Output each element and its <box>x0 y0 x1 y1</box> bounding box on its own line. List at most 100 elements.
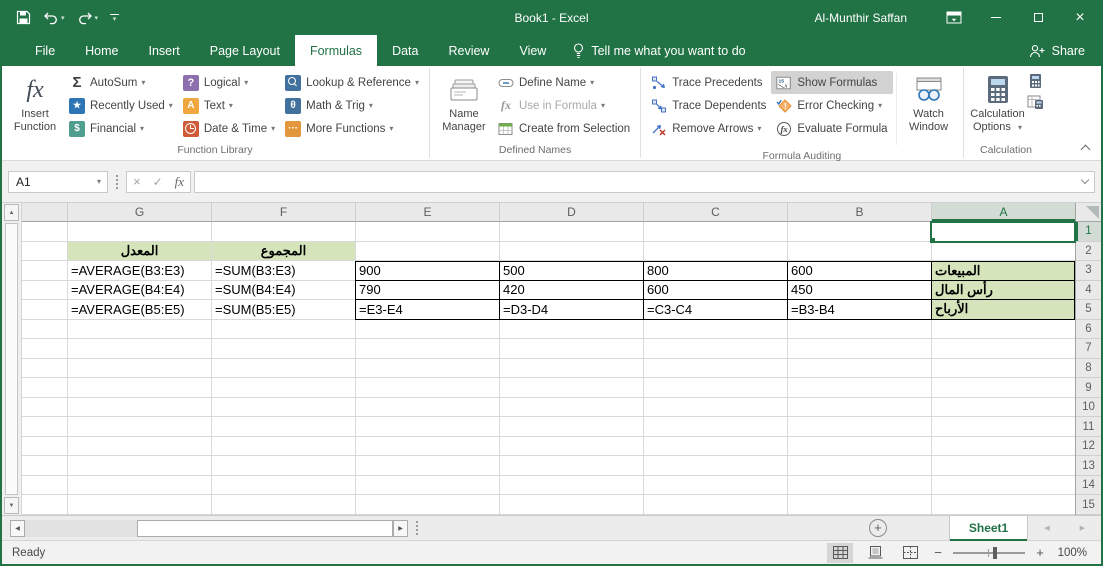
zoom-out-button[interactable]: − <box>932 545 944 560</box>
save-button[interactable] <box>16 10 31 25</box>
cell-B2[interactable] <box>787 242 931 262</box>
row-header-14[interactable]: 14 <box>1076 476 1101 496</box>
cell-D12[interactable] <box>499 437 643 457</box>
cell-F12[interactable] <box>211 437 355 457</box>
cell-G9[interactable] <box>67 378 211 398</box>
next-sheet-icon[interactable]: ▶ <box>1080 524 1085 532</box>
cell-C4[interactable]: 600 <box>643 281 787 301</box>
cell-C15[interactable] <box>643 495 787 515</box>
cell-G6[interactable] <box>67 320 211 340</box>
cell-A3[interactable]: المبيعات <box>931 261 1075 281</box>
tab-insert[interactable]: Insert <box>134 35 195 66</box>
cell-E12[interactable] <box>355 437 499 457</box>
column-header-a[interactable]: A <box>931 203 1075 221</box>
cell-partial-4[interactable] <box>22 281 67 301</box>
row-header-6[interactable]: 6 <box>1076 320 1101 340</box>
cell-A15[interactable] <box>931 495 1075 515</box>
cell-F5[interactable]: =SUM(B5:E5) <box>211 300 355 320</box>
view-page-layout-button[interactable] <box>862 543 888 563</box>
cell-D3[interactable]: 500 <box>499 261 643 281</box>
row-header-15[interactable]: 15 <box>1076 495 1101 515</box>
cell-D5[interactable]: =D3-D4 <box>499 300 643 320</box>
tab-home[interactable]: Home <box>70 35 133 66</box>
cell-F15[interactable] <box>211 495 355 515</box>
cell-C2[interactable] <box>643 242 787 262</box>
insert-function-fx-icon[interactable]: fx <box>175 174 184 190</box>
calculation-options-button[interactable]: CalculationOptions ▾ <box>969 69 1027 134</box>
logical-button[interactable]: Logical▾ <box>178 71 280 94</box>
cell-B15[interactable] <box>787 495 931 515</box>
zoom-in-button[interactable]: + <box>1034 545 1046 560</box>
row-header-8[interactable]: 8 <box>1076 359 1101 379</box>
cell-G12[interactable] <box>67 437 211 457</box>
tab-data[interactable]: Data <box>377 35 433 66</box>
fill-handle[interactable] <box>931 237 936 242</box>
cell-A12[interactable] <box>931 437 1075 457</box>
view-page-break-button[interactable] <box>897 543 923 563</box>
select-all-corner[interactable] <box>1076 203 1101 222</box>
vertical-scrollbar[interactable]: ▲ ▼ <box>2 203 22 515</box>
calculate-sheet-button[interactable] <box>1027 95 1044 110</box>
create-from-selection-button[interactable]: Create from Selection <box>493 117 635 140</box>
customize-qat-button[interactable]: ▾ <box>110 14 119 22</box>
cell-E5[interactable]: =E3-E4 <box>355 300 499 320</box>
redo-button[interactable]: ▾ <box>77 11 99 25</box>
maximize-button[interactable] <box>1017 0 1059 35</box>
cell-D8[interactable] <box>499 359 643 379</box>
column-header-d[interactable]: D <box>499 203 643 221</box>
cell-A6[interactable] <box>931 320 1075 340</box>
redo-caret[interactable]: ▾ <box>95 14 99 22</box>
cell-F8[interactable] <box>211 359 355 379</box>
cell-G3[interactable]: =AVERAGE(B3:E3) <box>67 261 211 281</box>
cell-partial-10[interactable] <box>22 398 67 418</box>
cell-C9[interactable] <box>643 378 787 398</box>
cell-G5[interactable]: =AVERAGE(B5:E5) <box>67 300 211 320</box>
row-header-10[interactable]: 10 <box>1076 398 1101 418</box>
column-header-b[interactable]: B <box>787 203 931 221</box>
cell-A11[interactable] <box>931 417 1075 437</box>
cell-A2[interactable] <box>931 242 1075 262</box>
cell-partial-11[interactable] <box>22 417 67 437</box>
cell-B8[interactable] <box>787 359 931 379</box>
cell-F2[interactable]: المجموع <box>211 242 355 262</box>
recently-used-button[interactable]: Recently Used▾ <box>64 94 178 117</box>
cell-G10[interactable] <box>67 398 211 418</box>
tell-me-box[interactable]: Tell me what you want to do <box>573 35 745 66</box>
cell-F6[interactable] <box>211 320 355 340</box>
cell-B14[interactable] <box>787 476 931 496</box>
cell-D4[interactable]: 420 <box>499 281 643 301</box>
trace-precedents-button[interactable]: Trace Precedents <box>646 71 771 94</box>
horizontal-scroll-thumb[interactable] <box>137 520 393 537</box>
cell-B4[interactable]: 450 <box>787 281 931 301</box>
column-header-e[interactable]: E <box>355 203 499 221</box>
calculate-now-button[interactable] <box>1027 73 1044 89</box>
cell-G15[interactable] <box>67 495 211 515</box>
date-time-button[interactable]: Date & Time▾ <box>178 117 280 140</box>
column-header-c[interactable]: C <box>643 203 787 221</box>
row-header-13[interactable]: 13 <box>1076 456 1101 476</box>
tab-view[interactable]: View <box>504 35 561 66</box>
lookup-reference-button[interactable]: Lookup & Reference▾ <box>280 71 424 94</box>
cell-B11[interactable] <box>787 417 931 437</box>
cell-E1[interactable] <box>355 222 499 242</box>
cell-F10[interactable] <box>211 398 355 418</box>
text-button[interactable]: Text▾ <box>178 94 280 117</box>
cell-E8[interactable] <box>355 359 499 379</box>
cell-G7[interactable] <box>67 339 211 359</box>
cell-G11[interactable] <box>67 417 211 437</box>
cell-E3[interactable]: 900 <box>355 261 499 281</box>
row-header-11[interactable]: 11 <box>1076 417 1101 437</box>
cell-C1[interactable] <box>643 222 787 242</box>
insert-function-button[interactable]: InsertFunction <box>6 69 64 134</box>
cell-A10[interactable] <box>931 398 1075 418</box>
cell-partial-15[interactable] <box>22 495 67 515</box>
cell-E15[interactable] <box>355 495 499 515</box>
new-sheet-button[interactable] <box>869 519 887 537</box>
cell-A5[interactable]: الأرباح <box>931 300 1075 320</box>
cell-A14[interactable] <box>931 476 1075 496</box>
sheet-tab-sheet1[interactable]: Sheet1 <box>949 516 1028 541</box>
cell-partial-9[interactable] <box>22 378 67 398</box>
cell-D1[interactable] <box>499 222 643 242</box>
cell-B12[interactable] <box>787 437 931 457</box>
horizontal-scroll-track[interactable] <box>25 520 137 537</box>
